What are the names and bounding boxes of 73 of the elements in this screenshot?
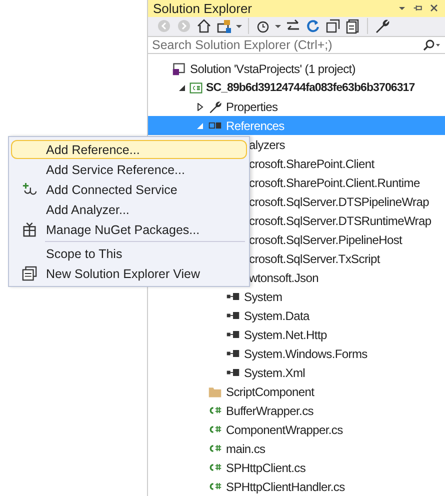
tree-item-label: crosoft.SqlServer.DTSRuntimeWrap bbox=[249, 214, 432, 228]
tree-item-label: SPHttpClientHandler.cs bbox=[226, 480, 345, 494]
tree-item-label: main.cs bbox=[226, 442, 266, 456]
tree-item-label: ComponentWrapper.cs bbox=[226, 422, 343, 436]
dropdown-caret-icon[interactable] bbox=[236, 23, 242, 30]
tree-item[interactable]: SC_89b6d39124744fa083fe63b6b3706317 bbox=[148, 78, 445, 97]
sync-view-icon[interactable] bbox=[216, 18, 232, 34]
tree-item[interactable]: System bbox=[148, 287, 445, 306]
menu-item[interactable]: Manage NuGet Packages... bbox=[11, 220, 247, 239]
tree-item-label: System.Net.Http bbox=[244, 328, 327, 342]
search-icon[interactable] bbox=[421, 38, 441, 51]
tree-item-label: alyzers bbox=[249, 138, 285, 152]
menu-item[interactable]: Add Service Reference... bbox=[11, 160, 247, 179]
new-view-icon bbox=[22, 266, 36, 281]
csharp-file-icon bbox=[208, 482, 222, 491]
menu-item[interactable]: Add Analyzer... bbox=[11, 200, 247, 219]
tree-item-label: BufferWrapper.cs bbox=[226, 404, 314, 418]
home-icon[interactable] bbox=[196, 18, 212, 34]
connected-service-icon bbox=[22, 182, 36, 197]
dropdown-caret-icon[interactable] bbox=[275, 23, 281, 30]
assembly-icon bbox=[226, 330, 240, 339]
tree-item[interactable]: Solution 'VstaProjects' (1 project) bbox=[148, 59, 445, 78]
search-field[interactable]: Search Solution Explorer (Ctrl+;) bbox=[148, 36, 445, 54]
tree-item[interactable]: SPHttpClientHandler.cs bbox=[148, 477, 445, 496]
tree-item[interactable]: BufferWrapper.cs bbox=[148, 401, 445, 420]
csharp-file-icon bbox=[208, 406, 222, 415]
collapse-all-icon[interactable] bbox=[325, 18, 341, 34]
tree-item-label: References bbox=[226, 118, 284, 132]
references-icon bbox=[208, 121, 222, 130]
wrench-icon[interactable] bbox=[374, 18, 390, 34]
gift-box-icon bbox=[22, 222, 36, 237]
tree-item-label: System bbox=[244, 290, 282, 304]
assembly-icon bbox=[226, 368, 240, 377]
tree-item[interactable]: System.Xml bbox=[148, 363, 445, 382]
menu-item[interactable]: Add Connected Service bbox=[11, 180, 247, 199]
tree-item-label: System.Xml bbox=[244, 366, 306, 380]
tree-item[interactable]: main.cs bbox=[148, 439, 445, 458]
folder-icon bbox=[208, 384, 222, 398]
tree-item-label: System.Data bbox=[244, 308, 310, 322]
tree-item-label: Properties bbox=[226, 100, 278, 114]
tree-item-label: crosoft.SqlServer.DTSPipelineWrap bbox=[249, 194, 429, 208]
tree-item[interactable]: SPHttpClient.cs bbox=[148, 458, 445, 477]
assembly-icon bbox=[226, 292, 240, 301]
tree-item-label: ScriptComponent bbox=[226, 384, 314, 398]
menu-item[interactable]: Scope to This bbox=[11, 244, 247, 263]
tree-item[interactable]: ScriptComponent bbox=[148, 382, 445, 401]
assembly-icon bbox=[226, 311, 240, 320]
menu-item[interactable]: New Solution Explorer View bbox=[11, 264, 247, 283]
panel-title: Solution Explorer bbox=[153, 0, 253, 16]
tree-item[interactable]: ComponentWrapper.cs bbox=[148, 420, 445, 439]
assembly-icon bbox=[226, 349, 240, 358]
tree-item-label: SC_89b6d39124744fa083fe63b6b3706317 bbox=[206, 82, 415, 94]
tree-item[interactable]: Properties bbox=[148, 97, 445, 116]
refresh-icon[interactable] bbox=[305, 18, 321, 34]
expanded-arrow-icon[interactable] bbox=[178, 84, 186, 92]
collapsed-arrow-icon[interactable] bbox=[196, 102, 204, 110]
csharp-file-icon bbox=[208, 463, 222, 472]
csharp-project-icon bbox=[189, 80, 203, 94]
tree-item[interactable]: System.Data bbox=[148, 306, 445, 325]
solution-icon bbox=[172, 62, 186, 76]
csharp-file-icon bbox=[208, 425, 222, 434]
close-icon[interactable] bbox=[429, 3, 439, 14]
show-all-files-icon[interactable] bbox=[345, 18, 361, 34]
menu-item[interactable]: Add Reference... bbox=[11, 140, 247, 159]
pin-icon[interactable] bbox=[413, 3, 423, 14]
tree-item-label: System.Windows.Forms bbox=[244, 346, 368, 360]
tree-item-label: crosoft.SqlServer.TxScript bbox=[249, 252, 380, 266]
csharp-file-icon bbox=[208, 444, 222, 453]
tree-item-label: SPHttpClient.cs bbox=[226, 460, 306, 474]
tree-item[interactable]: System.Windows.Forms bbox=[148, 344, 445, 363]
tree-item[interactable]: System.Net.Http bbox=[148, 325, 445, 344]
tree-item-label: Solution 'VstaProjects' (1 project) bbox=[190, 62, 356, 76]
wrench-icon bbox=[208, 100, 222, 114]
